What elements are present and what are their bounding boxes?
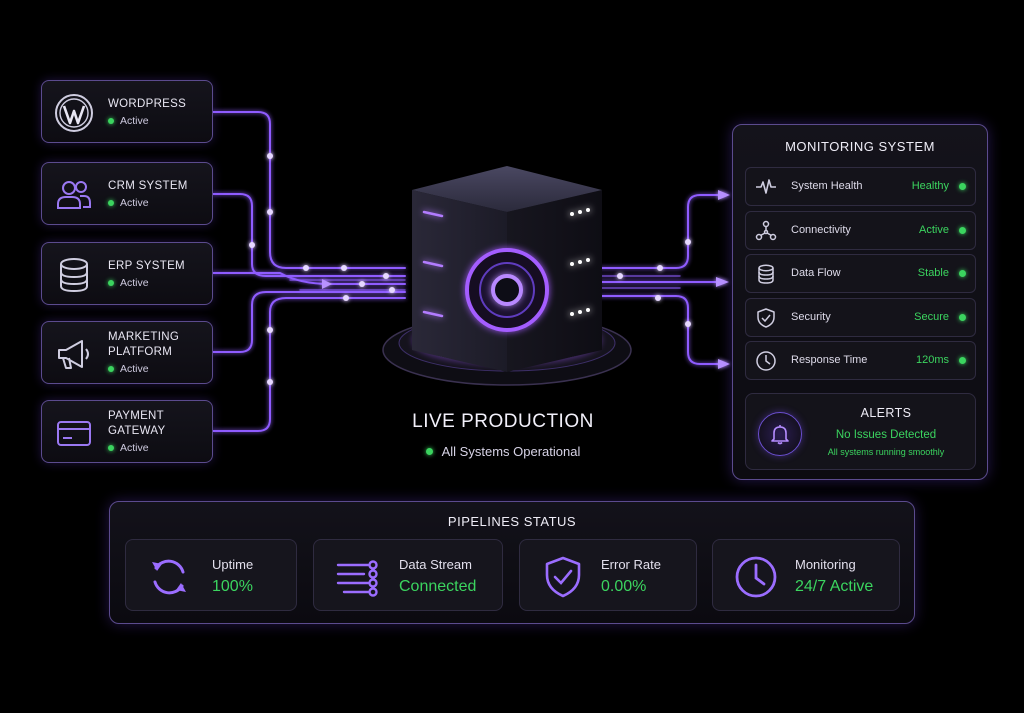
center-status: All Systems Operational <box>372 444 634 459</box>
refresh-icon <box>152 559 186 595</box>
pipeline-value: 100% <box>212 578 253 595</box>
credit-card-icon <box>57 421 91 446</box>
status-dot <box>108 279 114 286</box>
source-status: Active <box>108 363 179 375</box>
status-dot <box>108 366 114 372</box>
pipeline-label: Data Stream <box>399 557 472 572</box>
heartbeat-icon <box>756 179 776 194</box>
pipeline-card-error-rate[interactable]: Error Rate 0.00% <box>519 539 697 611</box>
wire-node <box>267 153 273 159</box>
pipeline-card-monitoring[interactable]: Monitoring 24/7 Active <box>712 539 900 611</box>
clock-icon <box>735 556 777 598</box>
megaphone-icon <box>58 340 89 369</box>
wire-node <box>267 379 273 385</box>
monitor-label: Data Flow <box>791 267 841 279</box>
database-icon <box>60 258 88 293</box>
wire-node <box>655 295 661 301</box>
status-dot <box>959 314 966 321</box>
source-name: CRM SYSTEM <box>108 179 188 192</box>
pipeline-label: Monitoring <box>795 557 856 572</box>
monitoring-title: MONITORING SYSTEM <box>785 139 935 154</box>
database-icon <box>758 264 774 284</box>
monitor-value: 120ms <box>915 354 949 366</box>
status-dot <box>425 448 433 455</box>
wire-node <box>343 295 349 301</box>
alerts-card[interactable]: ALERTS No Issues Detected All systems ru… <box>745 393 976 470</box>
arrow-head <box>322 279 332 289</box>
monitor-row-data-flow[interactable]: Data Flow Stable <box>745 254 976 293</box>
source-card-erp[interactable]: ERP SYSTEM Active <box>41 242 213 305</box>
pipelines-panel: PIPELINES STATUS Uptime 100% Data Stream… <box>109 501 915 624</box>
status-dot <box>959 183 966 190</box>
monitor-label: Response Time <box>791 354 868 366</box>
bell-icon <box>758 412 802 456</box>
wire-node <box>267 209 273 215</box>
center-title: LIVE PRODUCTION <box>412 411 594 432</box>
source-name: ERP SYSTEM <box>108 259 185 272</box>
center-subtitle: All Systems Operational <box>441 444 581 459</box>
status-dot <box>959 227 966 234</box>
source-name: MARKETING PLATFORM <box>108 331 180 358</box>
monitor-row-response-time[interactable]: Response Time 120ms <box>745 341 976 380</box>
wire-node <box>249 242 255 248</box>
pipeline-label: Error Rate <box>601 557 661 572</box>
pipeline-card-uptime[interactable]: Uptime 100% <box>125 539 297 611</box>
monitor-label: Security <box>791 311 831 323</box>
alerts-message: No Issues Detected <box>835 429 937 441</box>
source-status: Active <box>108 442 165 454</box>
wire-node <box>267 327 273 333</box>
monitor-label: System Health <box>791 180 863 192</box>
wordpress-icon <box>55 94 93 132</box>
pipelines-title: PIPELINES STATUS <box>447 514 577 529</box>
monitor-value: Active <box>919 224 949 236</box>
source-card-crm[interactable]: CRM SYSTEM Active <box>41 162 213 225</box>
wire-node <box>657 265 663 271</box>
monitor-value: Stable <box>917 267 949 279</box>
source-card-wordpress[interactable]: WORDPRESS Active <box>41 80 213 143</box>
wire-node <box>685 239 691 245</box>
stream-icon <box>336 560 378 597</box>
users-icon <box>57 181 91 209</box>
monitor-row-system-health[interactable]: System Health Healthy <box>745 167 976 206</box>
pipeline-card-data-stream[interactable]: Data Stream Connected <box>313 539 503 611</box>
shield-check-icon <box>757 308 775 328</box>
pipeline-label: Uptime <box>212 557 254 572</box>
source-status: Active <box>108 115 186 127</box>
status-dot <box>108 199 114 206</box>
alerts-submessage: All systems running smoothly <box>827 447 945 457</box>
clock-icon <box>756 351 776 371</box>
status-dot <box>108 117 114 124</box>
server-stack-icon <box>382 166 632 386</box>
pipeline-value: Connected <box>399 578 477 595</box>
monitor-value: Healthy <box>911 180 949 192</box>
status-dot <box>959 357 966 364</box>
shield-check-icon <box>545 556 581 598</box>
arrow-head <box>716 277 729 287</box>
network-icon <box>755 220 777 241</box>
monitor-value: Secure <box>914 311 949 323</box>
pipeline-value: 0.00% <box>601 578 647 595</box>
status-dot <box>108 445 114 451</box>
source-name: WORDPRESS <box>108 97 187 110</box>
monitoring-panel: MONITORING SYSTEM System Health Healthy … <box>732 124 988 480</box>
wire-node <box>341 265 347 271</box>
monitor-row-security[interactable]: Security Secure <box>745 298 976 337</box>
wire-node <box>359 281 365 287</box>
source-card-payment[interactable]: PAYMENT GATEWAY Active <box>41 400 213 463</box>
source-name: PAYMENT GATEWAY <box>108 410 166 437</box>
monitor-row-connectivity[interactable]: Connectivity Active <box>745 211 976 250</box>
source-status: Active <box>108 197 188 209</box>
source-status: Active <box>108 277 185 289</box>
alerts-title: ALERTS <box>860 406 912 420</box>
pipeline-value: 24/7 Active <box>795 578 874 595</box>
status-dot <box>959 270 966 277</box>
monitor-label: Connectivity <box>791 224 851 236</box>
wire-node <box>303 265 309 271</box>
arrow-head <box>718 190 730 200</box>
source-card-marketing[interactable]: MARKETING PLATFORM Active <box>41 321 213 384</box>
arrow-head <box>718 359 730 369</box>
wire-node <box>685 321 691 327</box>
